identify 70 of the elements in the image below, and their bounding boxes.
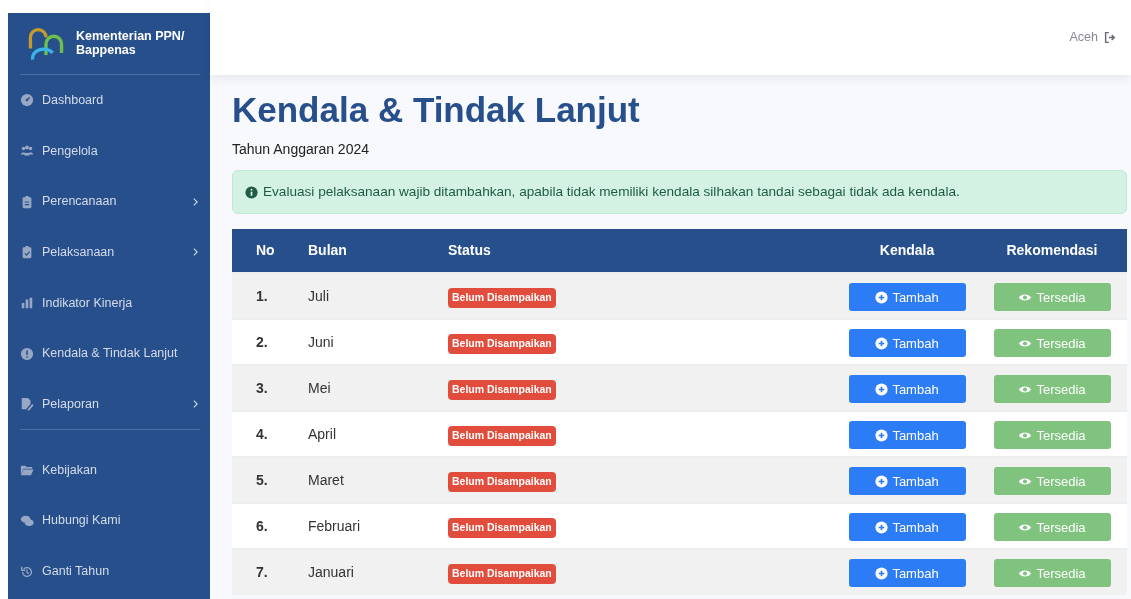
column-header: Kendala bbox=[837, 229, 977, 274]
info-icon bbox=[245, 185, 258, 199]
chevron-right-icon bbox=[191, 246, 200, 259]
chevron-right-icon bbox=[191, 195, 200, 208]
table-cell: 4. bbox=[232, 411, 292, 458]
page-title: Kendala & Tindak Lanjut bbox=[232, 89, 641, 131]
status-badge: Belum Disampaikan bbox=[448, 564, 556, 585]
status-badge: Belum Disampaikan bbox=[448, 518, 556, 539]
sidebar-item[interactable]: Pelaporan bbox=[20, 379, 200, 430]
logo-drawing bbox=[26, 25, 66, 62]
clipboard-check-icon bbox=[20, 245, 34, 260]
plus-circle-icon bbox=[875, 290, 889, 304]
chat-icon bbox=[20, 513, 34, 528]
table-cell: Mei bbox=[292, 365, 432, 412]
sidebar-item[interactable]: Pengelola bbox=[20, 125, 200, 177]
status-badge: Belum Disampaikan bbox=[448, 334, 556, 355]
history-icon bbox=[20, 564, 34, 579]
table-cell: 6. bbox=[232, 503, 292, 550]
sidebar-item[interactable]: Pelaksanaan bbox=[20, 227, 200, 278]
table-cell: 2. bbox=[232, 319, 292, 366]
table-cell: 1. bbox=[232, 273, 292, 320]
alert-text: Evaluasi pelaksanaan wajib ditambahkan, apabila tidak memiliki kendala silhakan tandai sebagai tidak ada kendala. bbox=[263, 183, 960, 201]
status-badge: Belum Disampaikan bbox=[448, 426, 556, 447]
table-cell: Juli bbox=[292, 273, 432, 320]
sidebar-item[interactable]: Kebijakan bbox=[20, 444, 200, 496]
column-header: Bulan bbox=[292, 229, 432, 274]
table-cell: Juni bbox=[292, 319, 432, 366]
plus-circle-icon bbox=[875, 336, 889, 350]
add-button[interactable]: Tambah bbox=[848, 329, 966, 358]
sidebar-item[interactable]: Hubungi Kami bbox=[20, 495, 200, 547]
user-name[interactable]: Aceh bbox=[1069, 28, 1098, 47]
table-cell: Februari bbox=[292, 503, 432, 550]
add-button[interactable]: Tambah bbox=[848, 421, 966, 450]
status-badge: Belum Disampaikan bbox=[448, 472, 556, 493]
bar-chart-icon bbox=[20, 296, 34, 311]
table-cell: Januari bbox=[292, 549, 432, 596]
column-header: Rekomendasi bbox=[977, 229, 1127, 274]
sidebar-item[interactable]: Dashboard bbox=[20, 75, 200, 126]
sidebar-item[interactable]: Kendala & Tindak Lanjut bbox=[20, 328, 200, 380]
column-header: No bbox=[232, 229, 292, 274]
file-pen-icon bbox=[20, 396, 34, 411]
page-subtitle: Tahun Anggaran 2024 bbox=[232, 140, 370, 159]
plus-circle-icon bbox=[875, 428, 889, 442]
table-cell: April bbox=[292, 411, 432, 458]
table-cell: Maret bbox=[292, 457, 432, 504]
status-badge: Belum Disampaikan bbox=[448, 288, 556, 309]
logout-icon bbox=[1104, 31, 1117, 44]
sidebar-item[interactable]: Ganti Tahun bbox=[20, 546, 200, 597]
status-badge: Belum Disampaikan bbox=[448, 380, 556, 401]
clipboard-icon bbox=[20, 194, 34, 209]
add-button[interactable]: Tambah bbox=[848, 375, 966, 404]
plus-circle-icon bbox=[875, 566, 889, 580]
add-button[interactable]: Tambah bbox=[848, 283, 966, 312]
add-button[interactable]: Tambah bbox=[848, 513, 966, 542]
plus-circle-icon bbox=[875, 382, 889, 396]
column-header: Status bbox=[432, 229, 837, 274]
add-button[interactable]: Tambah bbox=[848, 467, 966, 496]
folder-icon bbox=[20, 463, 34, 478]
gauge-icon bbox=[20, 93, 34, 108]
sidebar-item[interactable]: Perencanaan bbox=[20, 176, 200, 228]
table-cell: 3. bbox=[232, 365, 292, 412]
plus-circle-icon bbox=[875, 520, 889, 534]
brand-name: Kementerian PPN/ Bappenas bbox=[76, 29, 186, 58]
chevron-right-icon bbox=[191, 397, 200, 410]
sidebar-item[interactable]: Indikator Kinerja bbox=[20, 277, 200, 329]
alert-icon bbox=[20, 346, 34, 361]
add-button[interactable]: Tambah bbox=[848, 559, 966, 588]
plus-circle-icon bbox=[875, 474, 889, 488]
table-cell: 5. bbox=[232, 457, 292, 504]
table-cell: 7. bbox=[232, 549, 292, 596]
